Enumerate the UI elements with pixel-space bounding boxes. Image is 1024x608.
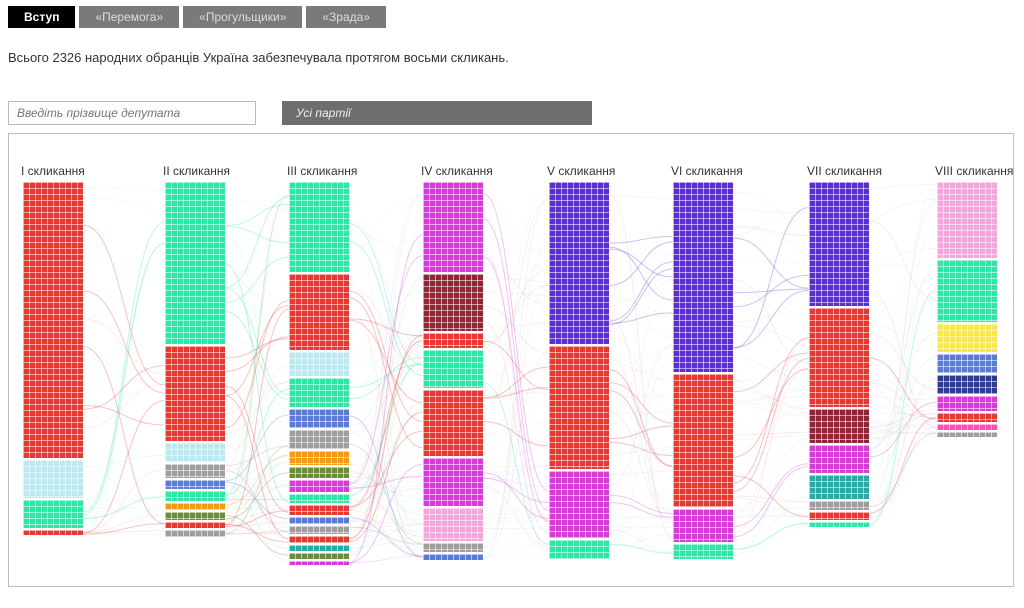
faction-segment[interactable] — [937, 432, 997, 438]
faction-segment[interactable] — [809, 512, 869, 520]
faction-segment[interactable] — [549, 346, 609, 470]
tab-intro[interactable]: Вступ — [8, 6, 75, 28]
faction-segment[interactable] — [673, 374, 733, 507]
faction-segment[interactable] — [289, 378, 349, 407]
faction-segment[interactable] — [809, 475, 869, 499]
tab-peremoga[interactable]: «Перемога» — [79, 6, 179, 28]
faction-segment[interactable] — [673, 182, 733, 372]
column-label: VIII скликання — [935, 164, 1013, 178]
faction-segment[interactable] — [937, 324, 997, 353]
faction-segment[interactable] — [937, 413, 997, 423]
faction-segment[interactable] — [165, 346, 225, 441]
intro-text: Всього 2326 народних обранців Україна за… — [0, 28, 1024, 65]
faction-segment[interactable] — [549, 182, 609, 344]
column-label: V скликання — [547, 164, 615, 178]
faction-segment[interactable] — [809, 409, 869, 442]
faction-segment[interactable] — [289, 430, 349, 449]
faction-segment[interactable] — [289, 480, 349, 491]
column-label: III скликання — [287, 164, 357, 178]
faction-segment[interactable] — [289, 517, 349, 525]
faction-segment[interactable] — [937, 260, 997, 322]
faction-segment[interactable] — [289, 494, 349, 504]
faction-segment[interactable] — [289, 352, 349, 376]
faction-segment[interactable] — [289, 505, 349, 515]
faction-segment[interactable] — [423, 274, 483, 331]
faction-segment[interactable] — [937, 375, 997, 394]
faction-segment[interactable] — [423, 350, 483, 388]
faction-segment[interactable] — [289, 451, 349, 465]
faction-segment[interactable] — [289, 467, 349, 478]
column-label: IV скликання — [421, 164, 493, 178]
chart-frame: I скликання II скликання III скликання IV с… — [8, 133, 1014, 587]
faction-segment[interactable] — [937, 424, 997, 430]
faction-segment[interactable] — [937, 396, 997, 410]
faction-segment[interactable] — [673, 544, 733, 558]
faction-segment[interactable] — [23, 182, 83, 458]
faction-segment[interactable] — [423, 543, 483, 553]
faction-segment[interactable] — [165, 443, 225, 462]
tab-prohulshchyky[interactable]: «Прогульщики» — [183, 6, 302, 28]
faction-segment[interactable] — [165, 491, 225, 501]
faction-segment[interactable] — [423, 458, 483, 506]
faction-segment[interactable] — [289, 526, 349, 534]
party-filter-button[interactable]: Усі партії — [282, 101, 592, 125]
faction-segment[interactable] — [289, 274, 349, 350]
faction-segment[interactable] — [809, 522, 869, 527]
tab-zrada[interactable]: «Зрада» — [306, 6, 386, 28]
faction-segment[interactable] — [937, 182, 997, 258]
search-input[interactable] — [8, 101, 256, 125]
faction-segment[interactable] — [23, 460, 83, 498]
faction-segment[interactable] — [165, 522, 225, 528]
faction-segment[interactable] — [423, 182, 483, 272]
faction-segment[interactable] — [423, 554, 483, 560]
column-label: VI скликання — [671, 164, 743, 178]
column-label: VII скликання — [807, 164, 882, 178]
faction-segment[interactable] — [289, 409, 349, 428]
faction-segment[interactable] — [809, 501, 869, 511]
faction-segment[interactable] — [165, 182, 225, 344]
faction-segment[interactable] — [165, 512, 225, 520]
tabs: Вступ «Перемога» «Прогульщики» «Зрада» — [0, 0, 1024, 28]
controls-row: Усі партії — [0, 65, 1024, 133]
faction-segment[interactable] — [809, 182, 869, 306]
column-label: II скликання — [163, 164, 230, 178]
faction-segment[interactable] — [423, 333, 483, 347]
faction-segment[interactable] — [289, 182, 349, 272]
faction-segment[interactable] — [549, 540, 609, 559]
faction-segment[interactable] — [809, 308, 869, 408]
faction-segment[interactable] — [23, 530, 83, 535]
faction-segment[interactable] — [289, 553, 349, 559]
faction-segment[interactable] — [937, 354, 997, 373]
faction-segment[interactable] — [423, 390, 483, 457]
faction-segment[interactable] — [165, 480, 225, 490]
faction-segment[interactable] — [23, 500, 83, 529]
column-label: I скликання — [21, 164, 85, 178]
faction-segment[interactable] — [549, 471, 609, 538]
faction-segment[interactable] — [165, 464, 225, 478]
faction-segment[interactable] — [165, 530, 225, 538]
faction-segment[interactable] — [423, 508, 483, 541]
faction-segment[interactable] — [289, 545, 349, 551]
faction-segment[interactable] — [673, 509, 733, 542]
faction-segment[interactable] — [809, 445, 869, 474]
faction-segment[interactable] — [289, 561, 349, 565]
faction-segment[interactable] — [289, 536, 349, 544]
faction-segment[interactable] — [165, 503, 225, 511]
